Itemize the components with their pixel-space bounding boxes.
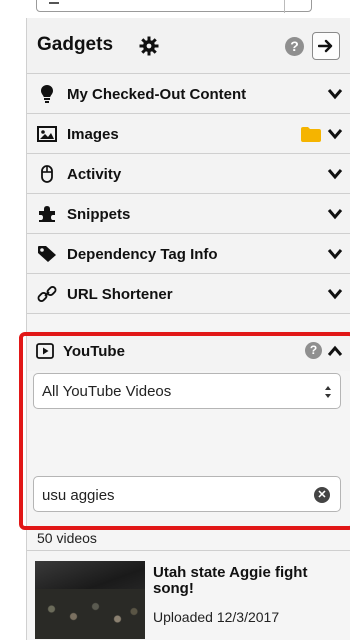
youtube-filter-value: All YouTube Videos [42, 383, 172, 400]
gear-icon[interactable] [139, 36, 159, 56]
youtube-search-field[interactable]: ✕ [33, 476, 341, 512]
gadgets-panel: Gadgets ? My Checked-Out Content Images … [19, 18, 350, 640]
play-icon [35, 342, 55, 360]
video-list-item[interactable]: Utah state Aggie fight song! Uploaded 12… [27, 551, 350, 640]
clear-search-icon[interactable]: ✕ [314, 487, 330, 503]
section-label: URL Shortener [67, 286, 173, 303]
section-label: Activity [67, 166, 122, 183]
chevron-down-icon[interactable] [327, 87, 343, 101]
section-activity[interactable]: Activity [27, 154, 350, 194]
section-images[interactable]: Images [27, 114, 350, 154]
section-youtube: YouTube ? All YouTube Videos ✕ [27, 331, 350, 531]
chevron-down-icon[interactable] [327, 207, 343, 221]
section-my-checked-out-content[interactable]: My Checked-Out Content [27, 74, 350, 114]
chevron-down-icon[interactable] [327, 127, 343, 141]
link-icon [37, 285, 57, 303]
mouse-icon [37, 165, 57, 183]
chevron-up-icon[interactable] [327, 344, 343, 358]
section-label: YouTube [63, 343, 125, 360]
expand-panel-button[interactable] [312, 32, 340, 60]
tag-icon [37, 245, 57, 263]
video-upload-date: Uploaded 12/3/2017 [153, 609, 280, 625]
lightbulb-icon [37, 85, 57, 103]
video-title[interactable]: Utah state Aggie fight song! [153, 565, 349, 597]
puzzle-icon [37, 205, 57, 223]
youtube-search-input[interactable] [42, 483, 302, 507]
gadgets-header: Gadgets ? [27, 18, 350, 74]
top-input-remnant[interactable] [36, 0, 312, 13]
section-label: Snippets [67, 206, 131, 223]
youtube-help-icon[interactable]: ? [305, 342, 322, 359]
section-dependency-tag-info[interactable]: Dependency Tag Info [27, 234, 350, 274]
image-icon [37, 125, 57, 143]
chevron-down-icon[interactable] [327, 287, 343, 301]
video-thumbnail[interactable] [35, 561, 145, 639]
clipped-top-field [0, 0, 350, 20]
select-arrows-icon [325, 386, 331, 398]
youtube-header[interactable]: YouTube ? [27, 331, 350, 371]
section-url-shortener[interactable]: URL Shortener [27, 274, 350, 314]
youtube-filter-select[interactable]: All YouTube Videos [33, 373, 341, 409]
section-label: Images [67, 126, 119, 143]
folder-icon[interactable] [301, 126, 321, 142]
video-count: 50 videos [37, 530, 97, 546]
section-snippets[interactable]: Snippets [27, 194, 350, 234]
gadgets-title: Gadgets [37, 34, 114, 55]
help-icon[interactable]: ? [285, 37, 304, 56]
chevron-down-icon[interactable] [327, 247, 343, 261]
section-label: My Checked-Out Content [67, 86, 247, 103]
page: Gadgets ? My Checked-Out Content Images … [0, 0, 350, 640]
chevron-down-icon[interactable] [327, 167, 343, 181]
section-label: Dependency Tag Info [67, 246, 218, 263]
arrow-right-icon [318, 39, 333, 53]
